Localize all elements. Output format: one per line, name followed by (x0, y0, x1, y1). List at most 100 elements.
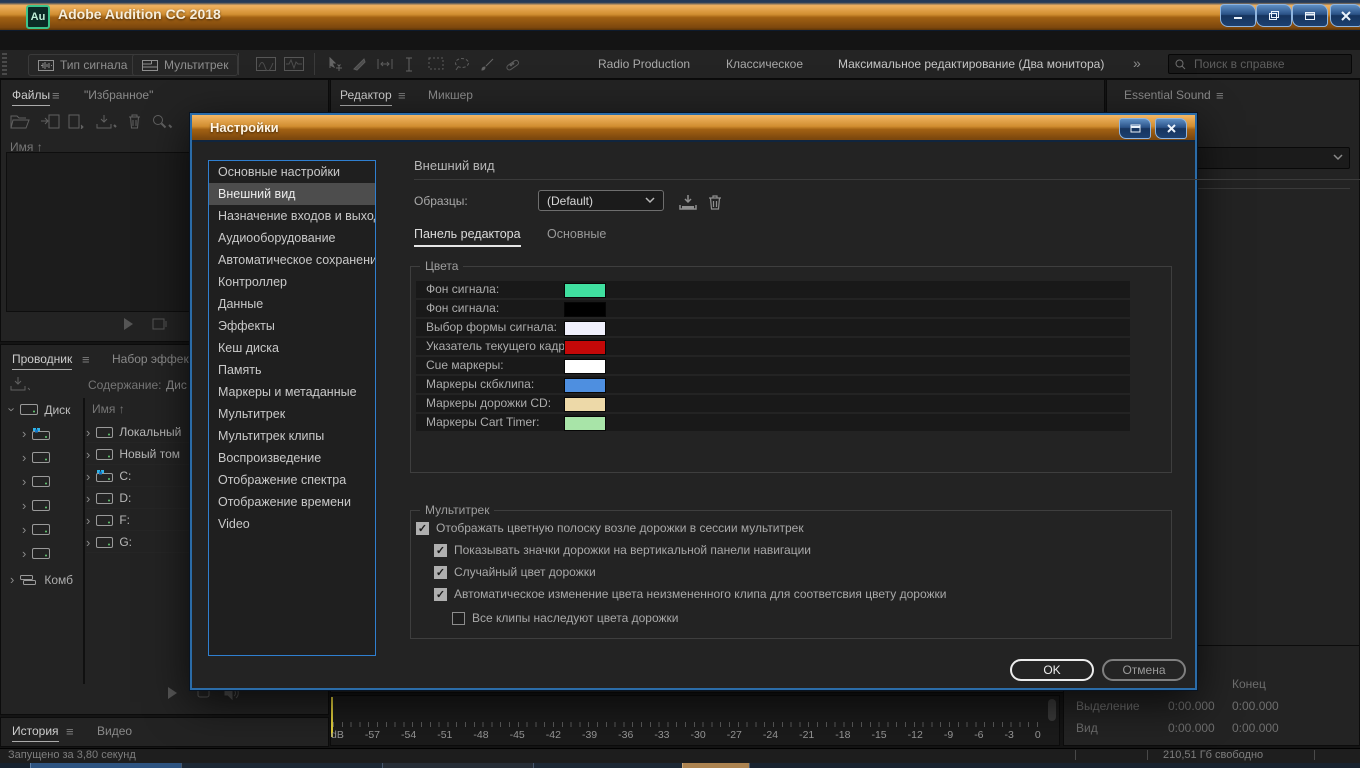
tab-explorer[interactable]: Проводник (12, 352, 72, 370)
search-files-icon[interactable] (152, 114, 174, 129)
tree-combined-devices[interactable]: › Комб (10, 572, 73, 587)
tree-collapsed-icon[interactable]: › (22, 522, 26, 537)
tree-drive-item[interactable]: › (22, 522, 50, 537)
row-collapsed-icon[interactable]: › (86, 513, 90, 528)
category-multitrack[interactable]: Мультитрек (209, 403, 375, 425)
explorer-name-header[interactable]: Имя ↑ (92, 402, 125, 416)
color-row[interactable]: Указатель текущего кадра: (416, 338, 1130, 355)
workspace-overflow-chevrons[interactable]: » (1133, 55, 1141, 71)
tree-drive-item[interactable]: › (22, 474, 50, 489)
files-autoplay-icon[interactable] (152, 317, 168, 331)
essential-sound-menu-icon[interactable]: ≡ (1216, 88, 1224, 103)
tree-drive-item[interactable]: › (22, 498, 50, 513)
workspace-classic[interactable]: Классическое (726, 57, 803, 71)
category-video[interactable]: Video (209, 513, 375, 535)
lasso-selection-tool-icon[interactable] (454, 57, 471, 71)
explorer-play-icon[interactable] (166, 686, 178, 700)
tree-collapsed-icon[interactable]: › (22, 546, 26, 561)
rollup-button[interactable] (1292, 4, 1328, 27)
category-auto-save[interactable]: Автоматическое сохранение (209, 249, 375, 271)
meter-scrollbar-thumb[interactable] (1048, 699, 1056, 721)
slip-tool-icon[interactable] (376, 57, 394, 71)
help-search-input[interactable] (1192, 56, 1351, 72)
category-effects[interactable]: Эффекты (209, 315, 375, 337)
category-markers-metadata[interactable]: Маркеры и метаданные (209, 381, 375, 403)
category-audio-channel-mapping[interactable]: Назначение входов и выходов (209, 205, 375, 227)
window-titlebar[interactable]: Au Adobe Audition CC 2018 (0, 0, 1360, 31)
drive-row[interactable]: › C: (86, 466, 190, 487)
spectral-display-icon[interactable] (256, 57, 276, 71)
color-row[interactable]: Маркеры Cart Timer: (416, 414, 1130, 431)
files-play-icon[interactable] (122, 317, 134, 331)
razor-tool-icon[interactable] (352, 57, 367, 72)
drive-row[interactable]: › D: (86, 488, 190, 509)
tab-favorites[interactable]: "Избранное" (84, 88, 153, 102)
color-row[interactable]: Фон сигнала: (416, 300, 1130, 317)
import-file-icon[interactable] (40, 114, 60, 129)
random-track-color-checkbox[interactable] (434, 566, 447, 579)
history-panel-menu-icon[interactable]: ≡ (66, 724, 74, 739)
tree-drive-item[interactable]: › (22, 426, 50, 441)
tree-drive-item[interactable]: › (22, 546, 50, 561)
restore-button[interactable] (1256, 4, 1292, 27)
category-general[interactable]: Основные настройки (209, 161, 375, 183)
marquee-selection-tool-icon[interactable] (428, 57, 444, 70)
multitrack-view-button[interactable]: Мультитрек (132, 54, 238, 76)
move-tool-icon[interactable] (328, 57, 344, 72)
color-row[interactable]: Cue маркеры: (416, 357, 1130, 374)
color-row[interactable]: Маркеры скбклипа: (416, 376, 1130, 393)
save-export-icon[interactable] (96, 114, 118, 129)
drive-row[interactable]: › Новый том (86, 444, 190, 465)
tree-splitter[interactable] (83, 398, 85, 684)
save-preset-icon[interactable] (678, 194, 698, 210)
category-time-display[interactable]: Отображение времени (209, 491, 375, 513)
color-swatch[interactable] (564, 359, 606, 374)
tab-editor-panel[interactable]: Панель редактора (414, 227, 521, 247)
tree-collapsed-icon[interactable]: › (22, 450, 26, 465)
help-search-box[interactable] (1168, 54, 1352, 74)
color-swatch[interactable] (564, 378, 606, 393)
category-playback[interactable]: Воспроизведение (209, 447, 375, 469)
tree-drive-item[interactable]: › (22, 450, 50, 465)
tree-expanded-icon[interactable]: › (5, 407, 20, 411)
workspace-radio-production[interactable]: Radio Production (598, 57, 690, 71)
tab-video[interactable]: Видео (97, 724, 132, 738)
editor-panel-menu-icon[interactable]: ≡ (398, 88, 406, 103)
toolbar-grip[interactable] (2, 53, 7, 75)
spot-healing-tool-icon[interactable] (504, 57, 520, 72)
drive-row[interactable]: › Локальный (86, 422, 190, 443)
category-memory[interactable]: Память (209, 359, 375, 381)
color-row[interactable]: Маркеры дорожки CD: (416, 395, 1130, 412)
category-audio-hardware[interactable]: Аудиооборудование (209, 227, 375, 249)
row-collapsed-icon[interactable]: › (86, 535, 90, 550)
row-collapsed-icon[interactable]: › (86, 469, 90, 484)
close-button[interactable] (1330, 4, 1360, 27)
auto-clip-color-checkbox[interactable] (434, 588, 447, 601)
color-swatch[interactable] (564, 321, 606, 336)
color-swatch[interactable] (564, 340, 606, 355)
contents-value[interactable]: Дис (166, 378, 187, 392)
dialog-close-button[interactable] (1155, 118, 1187, 139)
color-swatch[interactable] (564, 302, 606, 317)
tab-history[interactable]: История (12, 724, 59, 742)
tab-files[interactable]: Файлы (12, 88, 50, 106)
explorer-panel-menu-icon[interactable]: ≡ (82, 352, 90, 367)
color-swatch[interactable] (564, 283, 606, 298)
category-multitrack-clips[interactable]: Мультитрек клипы (209, 425, 375, 447)
waveform-view-button[interactable]: Тип сигнала (28, 54, 137, 76)
row-collapsed-icon[interactable]: › (86, 447, 90, 462)
color-swatch[interactable] (564, 416, 606, 431)
category-control-surface[interactable]: Контроллер (209, 271, 375, 293)
row-collapsed-icon[interactable]: › (86, 491, 90, 506)
minimize-button[interactable] (1220, 4, 1256, 27)
tree-root-drives[interactable]: › Диск (10, 402, 70, 417)
tree-collapsed-icon[interactable]: › (22, 474, 26, 489)
category-data[interactable]: Данные (209, 293, 375, 315)
files-panel-menu-icon[interactable]: ≡ (52, 88, 60, 103)
drive-row[interactable]: › F: (86, 510, 190, 531)
category-appearance[interactable]: Внешний вид (209, 183, 375, 205)
trash-icon[interactable] (128, 114, 141, 129)
workspace-max-editing[interactable]: Максимальное редактирование (Два монитор… (838, 57, 1104, 71)
delete-preset-icon[interactable] (708, 194, 722, 210)
dialog-rollup-button[interactable] (1119, 118, 1151, 139)
